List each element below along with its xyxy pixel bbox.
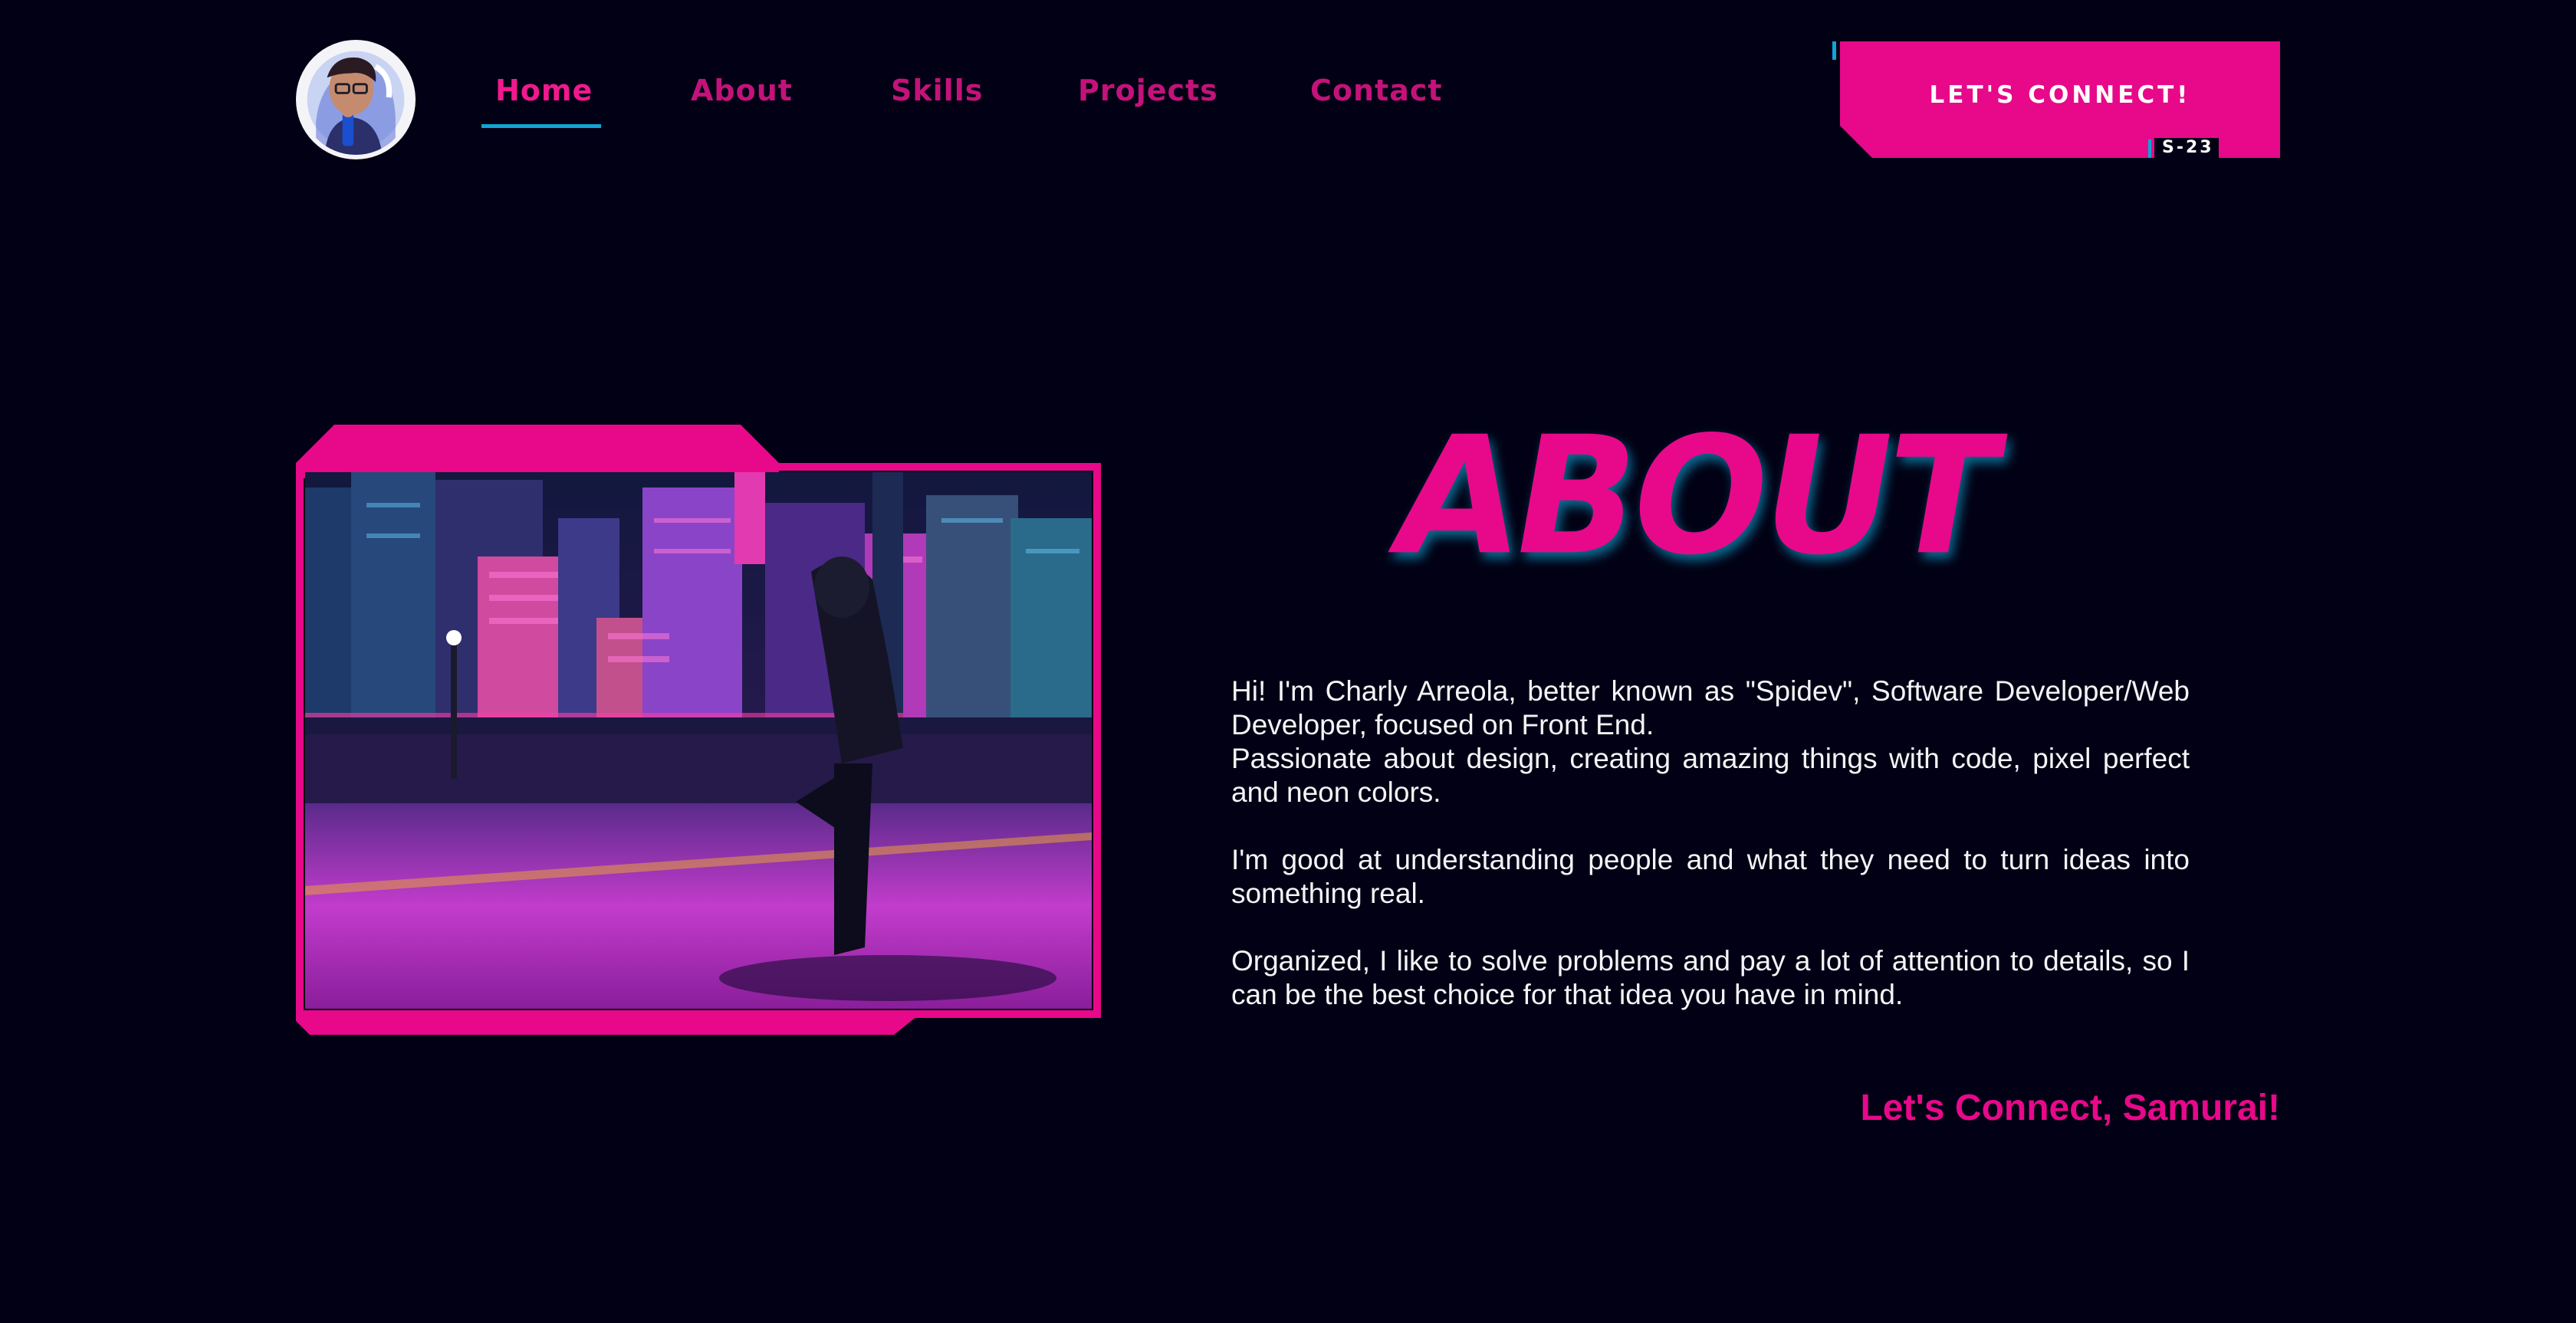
nav-about[interactable]: About [691,74,793,107]
about-intro-2: Passionate about design, creating amazin… [1231,743,2190,808]
frame-bottom-bar [296,1010,925,1035]
about-intro-1: Hi! I'm Charly Arreola, better known as … [1231,675,2190,740]
neon-city-photo [305,472,1092,1009]
neon-city-illustration [305,472,1092,1009]
lets-connect-samurai-link[interactable]: Let's Connect, Samurai! [1860,1087,2280,1129]
about-paragraph-3: Organized, I like to solve problems and … [1231,945,2190,1010]
cta-accent-left [1832,41,1836,60]
cta-tag-accent [2148,140,2151,158]
page: Home About Skills Projects Contact LET'S… [0,0,2576,1323]
nav-home[interactable]: Home [495,74,593,107]
about-heading: ABOUT [1380,402,2009,592]
lets-connect-button[interactable]: LET'S CONNECT! S-23 [1840,41,2280,158]
nav-projects[interactable]: Projects [1078,74,1218,107]
nav-active-underline [481,124,601,128]
nav-contact[interactable]: Contact [1310,74,1443,107]
avatar[interactable] [296,40,416,159]
avatar-illustration [301,44,411,155]
about-paragraph-2: I'm good at understanding people and wha… [1231,844,2190,909]
nav-skills[interactable]: Skills [891,74,983,107]
about-body: Hi! I'm Charly Arreola, better known as … [1231,675,2190,1046]
cta-tag: S-23 [2154,138,2219,158]
cta-label: LET'S CONNECT! [1929,81,2191,109]
photo-frame [296,425,1101,1035]
